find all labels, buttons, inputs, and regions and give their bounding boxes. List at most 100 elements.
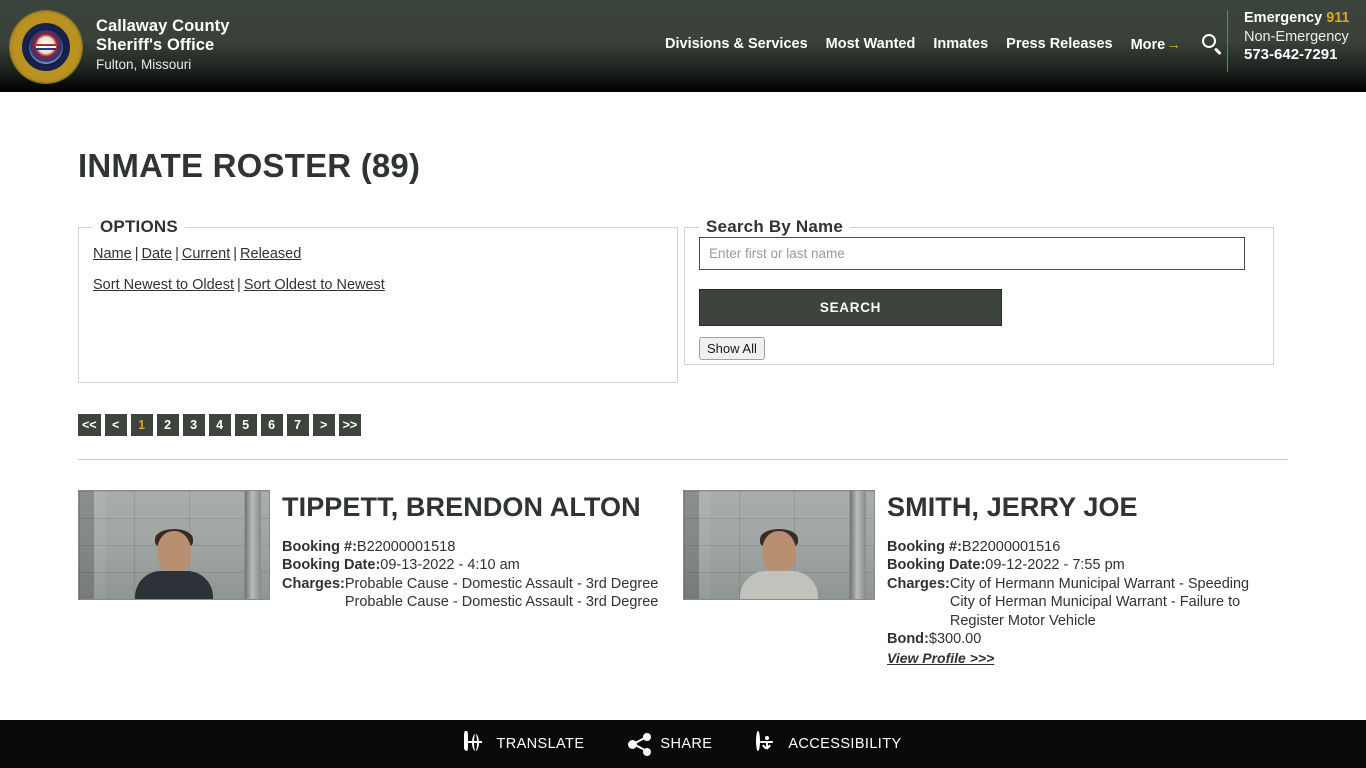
pagination-next[interactable]: > [312,414,335,436]
search-legend: Search By Name [706,217,843,236]
inmate-name: SMITH, JERRY JOE [887,492,1138,522]
nav-item-divisions-services[interactable]: Divisions & Services [656,36,817,52]
options-link-date[interactable]: Date [141,246,172,262]
section-divider [78,459,1288,460]
pagination-page-1[interactable]: 1 [130,414,153,436]
arrow-right-icon: → [1166,35,1182,53]
search-button[interactable]: SEARCH [699,289,1002,326]
label-booking-date: Booking Date: [887,557,986,574]
search-icon-handle [1214,47,1222,56]
value-charges: Probable Cause - Domestic Assault - 3rd … [345,575,672,612]
nav-item-press-releases[interactable]: Press Releases [997,36,1121,52]
brand-text: Callaway County Sheriff's Office Fulton,… [96,8,230,73]
value-charges: City of Hermann Municipal Warrant - Spee… [950,575,1277,631]
inmate-booking-date-row: Booking Date: 09-13-2022 - 4:10 am [282,556,672,575]
value-booking-date: 09-12-2022 - 7:55 pm [985,557,1125,574]
accessibility-icon [756,730,779,756]
search-icon-lens [1202,34,1217,48]
inmate-mugshot[interactable] [683,490,875,600]
brand-line-1: Callaway County [96,17,230,35]
options-panel: OPTIONS Name | Date | Current | Released Sort … [78,217,678,383]
mugshot-doorframe [245,491,261,599]
seal-flag-bar [36,44,56,50]
brand-location: Fulton, Missouri [96,56,192,72]
label-booking-date: Booking Date: [282,557,381,574]
emergency-contact-block: Emergency 911 Non-Emergency 573-642-7291 [1227,10,1350,72]
footer-accessibility-button[interactable]: ACCESSIBILITY [756,730,902,756]
inmate-bond-row: Bond: $300.00 [887,630,1277,649]
inmate-roster-list: TIPPETT, BRENDON ALTON Booking #: B22000… [78,490,1288,668]
pagination-prev[interactable]: < [104,414,127,436]
options-link-current[interactable]: Current [182,246,230,262]
brand-line-2: Sheriff's Office [96,36,215,55]
pagination-page-5[interactable]: 5 [234,414,257,436]
charge-item: Probable Cause - Domestic Assault - 3rd … [344,575,659,592]
mugshot-subject-body [740,571,818,599]
label-bond: Bond: [887,631,929,648]
inmate-booking-number-row: Booking #: B22000001516 [887,538,1277,557]
pagination-page-2[interactable]: 2 [156,414,179,436]
separator-3: | [233,246,238,262]
inmate-card: TIPPETT, BRENDON ALTON Booking #: B22000… [78,490,683,668]
view-profile-link[interactable]: View Profile >>> [887,650,994,666]
mugshot-subject-head [157,531,191,573]
nav-more-label: More [1130,36,1166,53]
inmate-name: TIPPETT, BRENDON ALTON [282,492,641,522]
inmate-mugshot[interactable] [78,490,270,600]
separator-1: | [134,246,139,262]
brand-block[interactable]: Callaway County Sheriff's Office Fulton,… [0,0,230,83]
nav-item-most-wanted[interactable]: Most Wanted [817,36,925,52]
footer-accessibility-label: ACCESSIBILITY [788,736,902,752]
panels-row: OPTIONS Name | Date | Current | Released Sort … [78,217,1288,383]
label-booking-number: Booking #: [282,538,357,555]
label-booking-number: Booking #: [887,538,962,555]
page-wrapper: INMATE ROSTER (89) OPTIONS Name | Date | Cur… [0,147,1366,668]
pagination: << < 1 2 3 4 5 6 7 > >> [78,414,1288,436]
site-header: Callaway County Sheriff's Office Fulton,… [0,0,1366,92]
pagination-page-7[interactable]: 7 [286,414,309,436]
inmate-details: SMITH, JERRY JOE Booking #: B22000001516… [887,490,1277,668]
pagination-page-6[interactable]: 6 [260,414,283,436]
value-booking-number: B22000001516 [961,538,1061,555]
options-link-sort-newest-oldest[interactable]: Sort Newest to Oldest [93,277,234,293]
footer-translate-label: TRANSLATE [496,736,585,752]
emergency-number: 911 [1326,10,1350,26]
nav-item-more[interactable]: More→ [1122,36,1186,53]
search-by-name-panel: Search By Name SEARCH Show All [684,217,1274,365]
mugshot-subject-head [762,531,796,573]
nav-item-inmates[interactable]: Inmates [924,36,997,52]
options-filter-row: Name | Date | Current | Released [93,241,663,268]
options-link-released[interactable]: Released [240,246,301,262]
globe-icon [464,730,487,756]
pagination-last[interactable]: >> [338,414,362,436]
inmate-card: SMITH, JERRY JOE Booking #: B22000001516… [683,490,1288,668]
page-title: INMATE ROSTER (89) [78,147,421,184]
share-icon [628,732,652,756]
footer-share-button[interactable]: SHARE [628,732,713,756]
show-all-button[interactable]: Show All [699,337,765,360]
options-link-name[interactable]: Name [93,246,132,262]
footer-toolbar: TRANSLATE SHARE ACCESSIBILITY [0,720,1366,768]
inmate-booking-date-row: Booking Date: 09-12-2022 - 7:55 pm [887,556,1277,575]
charge-item: Probable Cause - Domestic Assault - 3rd … [344,594,659,611]
pagination-page-3[interactable]: 3 [182,414,205,436]
separator-2: | [175,246,179,262]
pagination-page-4[interactable]: 4 [208,414,231,436]
non-emergency-number[interactable]: 573-642-7291 [1244,46,1350,63]
footer-translate-button[interactable]: TRANSLATE [464,730,585,756]
options-link-sort-oldest-newest[interactable]: Sort Oldest to Newest [244,277,385,293]
inmate-booking-number-row: Booking #: B22000001518 [282,538,672,557]
options-legend: OPTIONS [100,217,178,236]
search-input[interactable] [699,237,1245,270]
label-charges: Charges: [887,575,950,592]
label-charges: Charges: [282,575,345,592]
value-bond: $300.00 [928,631,982,648]
mugshot-doorframe [850,491,866,599]
pagination-first[interactable]: << [78,414,101,436]
content-container: INMATE ROSTER (89) OPTIONS Name | Date | Cur… [78,147,1288,668]
main-navigation: Divisions & Services Most Wanted Inmates… [656,33,1223,56]
emergency-row: Emergency 911 [1244,10,1350,26]
charge-item: City of Hermann Municipal Warrant - Spee… [949,575,1250,592]
search-icon[interactable] [1201,33,1223,56]
footer-share-label: SHARE [660,736,713,752]
